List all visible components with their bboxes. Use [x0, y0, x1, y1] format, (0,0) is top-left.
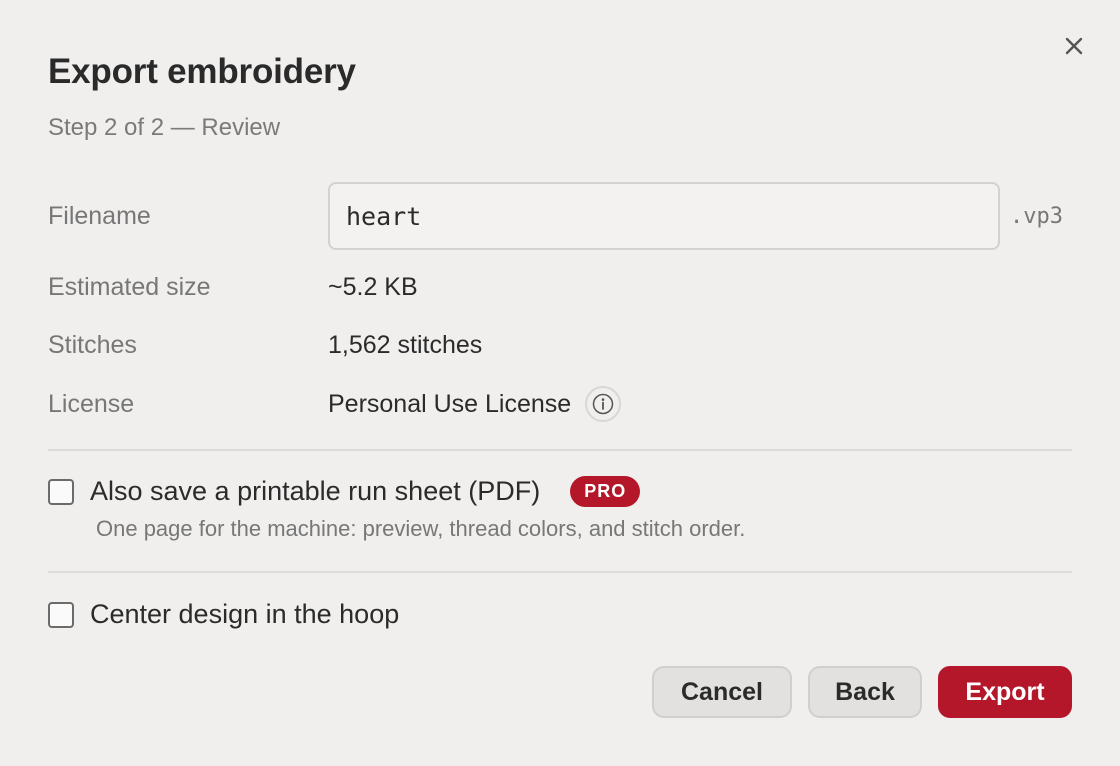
close-icon	[1065, 37, 1083, 55]
dialog-title: Export embroidery	[48, 52, 356, 91]
run-sheet-option: Also save a printable run sheet (PDF) PR…	[48, 476, 641, 507]
pro-badge: PRO	[570, 476, 641, 507]
divider	[48, 571, 1072, 573]
license-label: License	[48, 389, 135, 418]
center-design-option: Center design in the hoop	[48, 599, 399, 630]
run-sheet-help: One page for the machine: preview, threa…	[96, 516, 746, 541]
filename-row: Filename .vp3	[48, 182, 1072, 250]
divider	[48, 449, 1072, 451]
license-row: License Personal Use License	[48, 386, 1072, 422]
stitches-value: 1,562 stitches	[328, 331, 483, 359]
filename-input[interactable]	[328, 182, 1000, 250]
export-button[interactable]: Export	[938, 666, 1072, 718]
run-sheet-checkbox[interactable]	[48, 478, 74, 505]
center-design-checkbox[interactable]	[48, 601, 74, 628]
export-dialog: Export embroidery Step 2 of 2 — Review F…	[0, 0, 1120, 766]
stitches-row: Stitches 1,562 stitches	[48, 331, 1072, 360]
stitches-label: Stitches	[48, 331, 137, 359]
run-sheet-label[interactable]: Also save a printable run sheet (PDF)	[90, 476, 540, 507]
file-extension: .vp3	[1010, 203, 1063, 229]
center-design-label[interactable]: Center design in the hoop	[90, 599, 399, 630]
license-value: Personal Use License	[328, 389, 572, 418]
step-indicator: Step 2 of 2 — Review	[48, 114, 281, 141]
back-button[interactable]: Back	[808, 666, 922, 718]
estimated-size-row: Estimated size ~5.2 KB	[48, 273, 1072, 302]
close-button[interactable]	[1058, 30, 1090, 62]
estimated-size-label: Estimated size	[48, 273, 211, 301]
license-value-wrap: Personal Use License	[328, 386, 622, 422]
filename-label: Filename	[48, 201, 151, 230]
cancel-button[interactable]: Cancel	[652, 666, 792, 718]
estimated-size-value: ~5.2 KB	[328, 273, 418, 301]
info-icon[interactable]	[585, 386, 622, 422]
